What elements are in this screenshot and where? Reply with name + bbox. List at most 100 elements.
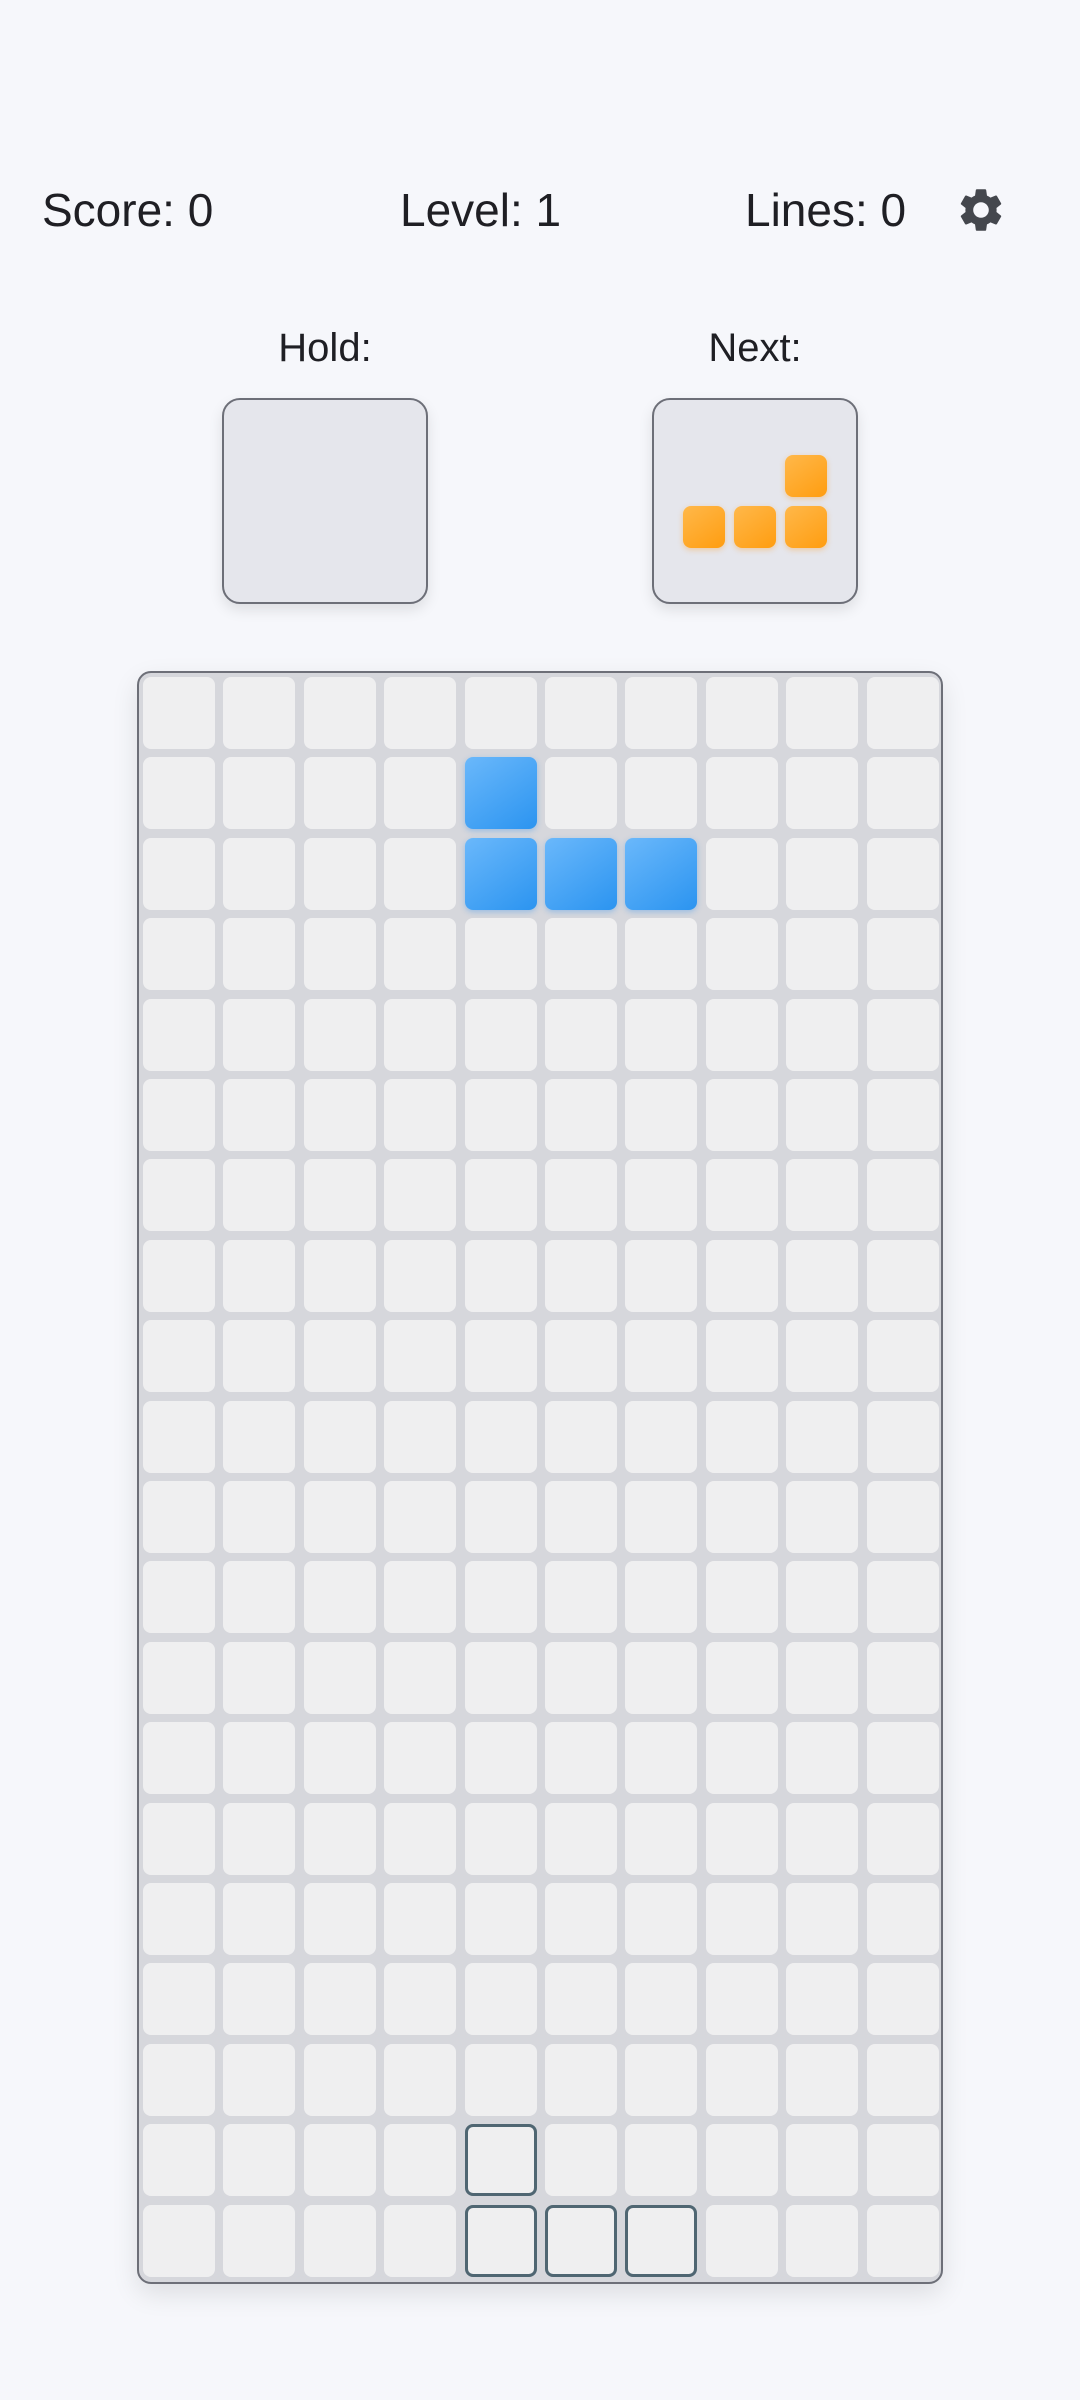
board-cell — [464, 677, 537, 749]
board-cell — [303, 998, 376, 1071]
board-cell — [384, 1802, 457, 1875]
board-cell — [223, 1481, 296, 1553]
board-cell — [625, 757, 698, 830]
board-cell — [464, 1159, 537, 1232]
hold-label: Hold: — [278, 326, 372, 370]
board-cell — [143, 918, 215, 991]
board-cell — [866, 677, 939, 749]
board-cell — [625, 1079, 698, 1151]
board-cell — [705, 1320, 778, 1393]
board-cell — [464, 1320, 537, 1393]
board-cell — [303, 1239, 376, 1312]
board-cell — [625, 1883, 698, 1955]
game-screen: Score: 0 Level: 1 Lines: 0 Hold: Next: — [0, 0, 1080, 2400]
gear-icon — [960, 189, 1002, 231]
board-cell — [545, 1561, 617, 1634]
board-cell — [303, 1481, 376, 1553]
board-cell — [545, 1079, 617, 1151]
board-cell — [866, 2124, 939, 2197]
board-cell — [223, 1079, 296, 1151]
settings-button[interactable] — [955, 184, 1007, 236]
board-cell — [223, 1963, 296, 2036]
board-cell — [143, 1963, 215, 2036]
board-cell — [545, 1239, 617, 1312]
board-cell — [384, 2204, 457, 2277]
board-cell — [705, 837, 778, 910]
board-cell — [545, 1481, 617, 1553]
board-cell — [303, 1963, 376, 2036]
board-cell — [786, 1320, 859, 1393]
board-cell — [384, 2124, 457, 2197]
board-cell — [545, 2043, 617, 2116]
board-cell — [625, 998, 698, 1071]
board-cell — [143, 757, 215, 830]
board-cell — [143, 2124, 215, 2197]
next-piece-block — [683, 505, 725, 548]
board-cell — [866, 1239, 939, 1312]
board-cell — [786, 2124, 859, 2197]
board-cell — [786, 757, 859, 830]
board-cell — [223, 757, 296, 830]
board-cell — [866, 1400, 939, 1473]
board-cell — [384, 1561, 457, 1634]
board-cell — [866, 1159, 939, 1232]
board-cell — [303, 1320, 376, 1393]
board-cell — [866, 998, 939, 1071]
board-cell — [384, 837, 457, 910]
ghost-piece-block — [464, 2124, 537, 2197]
board-cell — [545, 1320, 617, 1393]
board-cell — [143, 2204, 215, 2277]
active-piece-block — [625, 837, 698, 910]
board-cell — [223, 2043, 296, 2116]
board-cell — [786, 1481, 859, 1553]
board-cell — [625, 1641, 698, 1714]
board-cell — [705, 1641, 778, 1714]
board-cell — [223, 1722, 296, 1795]
board-cell — [625, 1722, 698, 1795]
board-cell — [384, 2043, 457, 2116]
board-cell — [143, 1239, 215, 1312]
ghost-piece-block — [625, 2204, 698, 2277]
board-cell — [786, 2204, 859, 2277]
board-cell — [303, 1641, 376, 1714]
board-cell — [705, 1722, 778, 1795]
board-cell — [303, 1883, 376, 1955]
board-cell — [786, 1963, 859, 2036]
board-cell — [866, 2204, 939, 2277]
board-cell — [705, 1561, 778, 1634]
board-cell — [384, 1159, 457, 1232]
board-cell — [384, 1883, 457, 1955]
board-cell — [705, 918, 778, 991]
board-cell — [545, 1883, 617, 1955]
board-cell — [625, 2124, 698, 2197]
board-cell — [384, 918, 457, 991]
board-cell — [464, 1400, 537, 1473]
board-cell — [303, 2124, 376, 2197]
board-cell — [223, 918, 296, 991]
board-cell — [705, 998, 778, 1071]
board-cell — [545, 998, 617, 1071]
board-cell — [625, 2043, 698, 2116]
board-cell — [545, 677, 617, 749]
board-cell — [143, 837, 215, 910]
board-cell — [625, 1481, 698, 1553]
game-board[interactable] — [137, 671, 943, 2284]
board-cell — [625, 1159, 698, 1232]
score-label: Score: 0 — [42, 184, 214, 236]
board-cell — [143, 1481, 215, 1553]
board-cell — [786, 1561, 859, 1634]
board-cell — [866, 837, 939, 910]
board-cell — [143, 1561, 215, 1634]
board-cell — [143, 677, 215, 749]
board-cell — [705, 1963, 778, 2036]
hold-box[interactable] — [222, 398, 428, 604]
ghost-piece-block — [545, 2204, 617, 2277]
board-cell — [705, 757, 778, 830]
board-cell — [143, 1079, 215, 1151]
board-cell — [545, 1641, 617, 1714]
board-cell — [786, 918, 859, 991]
next-piece-block — [785, 454, 827, 497]
board-cell — [384, 1320, 457, 1393]
board-cell — [223, 1883, 296, 1955]
board-cell — [464, 1883, 537, 1955]
